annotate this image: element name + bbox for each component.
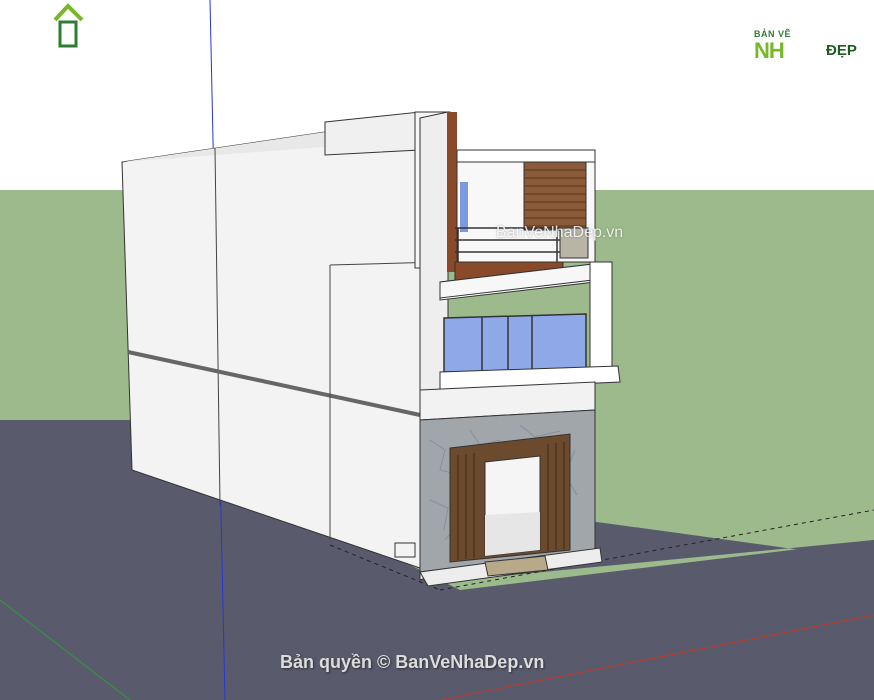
top-door-glass [460, 182, 468, 232]
copyright-watermark: Bản quyền © BanVeNhaDep.vn [280, 652, 545, 672]
wood-louvre [523, 161, 587, 231]
logo-suffix-text: ĐẸP [826, 42, 857, 59]
center-watermark: BanVeNhaDep.vn [496, 224, 624, 241]
site-logo [53, 3, 84, 48]
brick-column [447, 112, 457, 272]
second-floor-window [443, 313, 587, 373]
model-render [0, 0, 874, 700]
logo-big-text: NH [754, 38, 785, 63]
sketchup-viewport[interactable]: BẢN VẼ NH ĐẸP BanVeNhaDep.vn Bản quyền ©… [0, 0, 874, 700]
